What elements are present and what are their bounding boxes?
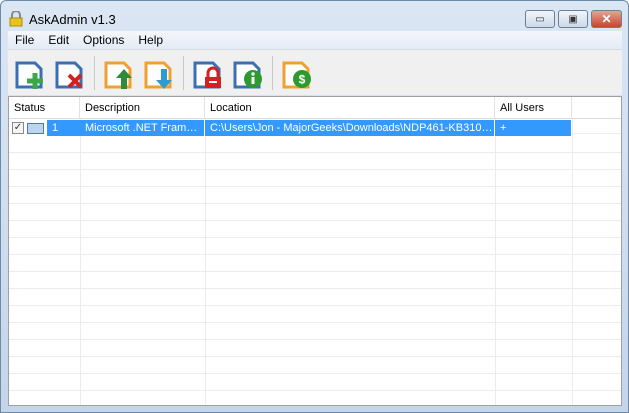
window-title: AskAdmin v1.3: [29, 11, 116, 27]
lock-icon: [9, 11, 23, 27]
add-file-button[interactable]: [12, 54, 48, 92]
list-header: Status Description Location All Users: [9, 97, 621, 119]
row-description: Microsoft .NET Fram…: [80, 120, 205, 136]
status-checkbox[interactable]: ✓: [12, 122, 24, 134]
file-add-icon: [15, 61, 43, 89]
menu-bar: File Edit Options Help: [8, 31, 622, 49]
file-lock-icon: [193, 61, 221, 88]
toolbar-separator: [272, 55, 273, 90]
entries-list[interactable]: Status Description Location All Users ✓ …: [8, 96, 622, 406]
toolbar-separator: [94, 55, 95, 90]
title-bar: AskAdmin v1.3: [9, 9, 116, 29]
donate-button[interactable]: $: [279, 54, 315, 92]
file-remove-icon: [55, 61, 83, 88]
menu-file[interactable]: File: [8, 33, 41, 47]
column-all-users[interactable]: All Users: [495, 97, 572, 119]
maximize-button[interactable]: ▣: [558, 10, 588, 28]
file-info-icon: [233, 61, 262, 88]
info-button[interactable]: [230, 54, 266, 92]
row-location: C:\Users\Jon - MajorGeeks\Downloads\NDP4…: [205, 120, 495, 136]
menu-options[interactable]: Options: [76, 33, 131, 47]
import-button[interactable]: [101, 54, 137, 92]
remove-file-button[interactable]: [52, 54, 88, 92]
column-status[interactable]: Status: [9, 97, 80, 119]
column-description[interactable]: Description: [80, 97, 205, 119]
column-location[interactable]: Location: [205, 97, 495, 119]
minimize-button[interactable]: ▭: [525, 10, 555, 28]
table-row[interactable]: ✓ 1 Microsoft .NET Fram… C:\Users\Jon - …: [9, 120, 572, 136]
svg-text:$: $: [299, 72, 306, 86]
file-down-icon: [144, 61, 172, 89]
toolbar-separator: [183, 55, 184, 90]
toolbar: $: [8, 49, 622, 95]
export-button[interactable]: [141, 54, 177, 92]
app-window: AskAdmin v1.3 ▭ ▣ ✕ File Edit Options He…: [0, 0, 629, 413]
row-index: 1: [47, 120, 80, 136]
lock-button[interactable]: [190, 54, 226, 92]
file-dollar-icon: $: [282, 61, 311, 88]
row-all-users: +: [495, 120, 572, 136]
close-button[interactable]: ✕: [591, 10, 622, 28]
file-icon: [27, 122, 44, 134]
menu-edit[interactable]: Edit: [41, 33, 76, 47]
menu-help[interactable]: Help: [131, 33, 170, 47]
file-up-icon: [104, 61, 132, 89]
